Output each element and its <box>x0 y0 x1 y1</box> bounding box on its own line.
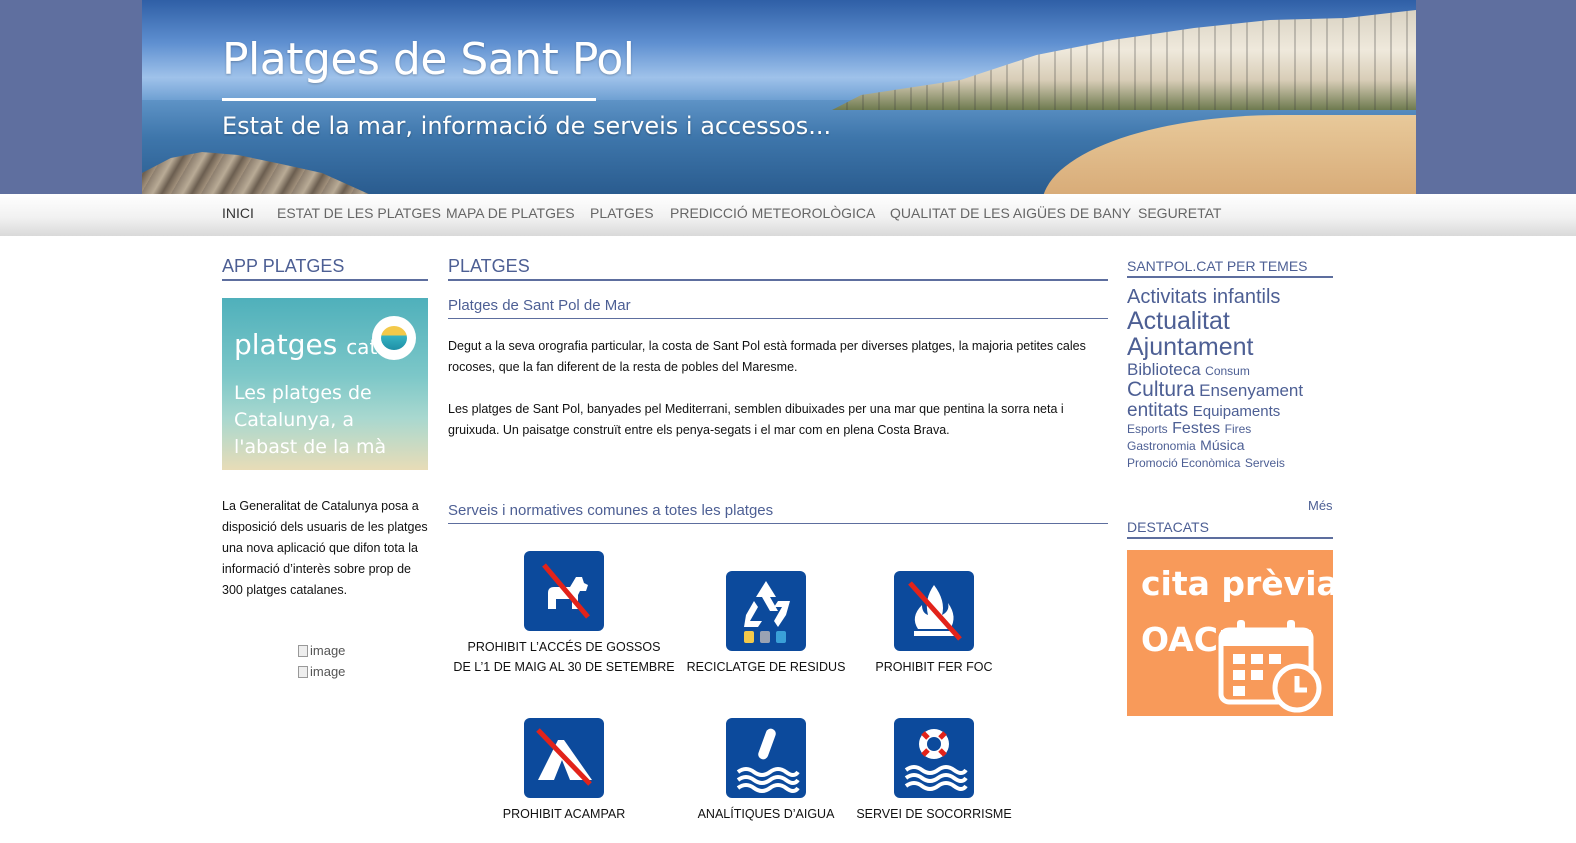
tag-link[interactable]: entitats <box>1127 400 1188 421</box>
intro-paragraph-2: Les platges de Sant Pol, banyades pel Me… <box>448 402 1064 437</box>
tag-link[interactable]: Festes <box>1172 420 1220 437</box>
tag-link[interactable]: Fires <box>1225 422 1252 436</box>
no-fire-icon <box>894 571 974 651</box>
nav-item-estat-platges[interactable]: ESTAT DE LES PLATGES <box>277 205 441 221</box>
broken-image-1[interactable]: image <box>298 643 345 658</box>
tag-link[interactable]: Esports <box>1127 422 1168 436</box>
app-description: La Generalitat de Catalunya posa a dispo… <box>222 499 428 597</box>
tag-link[interactable]: Equipaments <box>1193 403 1281 420</box>
nav-item-mapa-platges[interactable]: MAPA DE PLATGES <box>446 205 575 221</box>
app-brand: platges cat <box>234 328 378 361</box>
app-platges-heading: APP PLATGES <box>222 256 428 281</box>
calendar-clock-icon <box>1218 620 1322 713</box>
no-camping-icon <box>524 718 604 798</box>
service-lifeguard: SERVEI DE SOCORRISME <box>854 718 1014 824</box>
service-water-analysis-label: ANALÍTIQUES D’AIGUA <box>697 807 835 821</box>
tag-link[interactable]: Serveis <box>1245 456 1285 470</box>
site-title[interactable]: Platges de Sant Pol <box>222 34 635 85</box>
tag-link[interactable]: Consum <box>1205 364 1250 378</box>
service-recycling-label: RECICLATGE DE RESIDUS <box>686 660 846 674</box>
cita-previa-oac: OAC <box>1141 620 1218 659</box>
broken-image-icon <box>298 644 308 657</box>
tag-link[interactable]: Ensenyament <box>1199 381 1303 400</box>
services-heading: Serveis i normatives comunes a totes les… <box>448 502 1108 524</box>
broken-image-icon <box>298 665 308 678</box>
service-no-dogs: PROHIBIT L’ACCÉS DE GOSSOS DE L’1 DE MAI… <box>448 551 680 677</box>
platges-subheading: Platges de Sant Pol de Mar <box>448 297 1108 319</box>
broken-image-2[interactable]: image <box>298 664 345 679</box>
nav-item-platges[interactable]: PLATGES <box>590 205 654 221</box>
site-header: Platges de Sant Pol Estat de la mar, inf… <box>0 0 1576 194</box>
tag-link[interactable]: Activitats infantils <box>1127 286 1280 308</box>
service-no-dogs-label-1: PROHIBIT L’ACCÉS DE GOSSOS <box>467 640 661 654</box>
nav-item-seguretat[interactable]: SEGURETAT <box>1138 205 1222 221</box>
main-nav: INICI ESTAT DE LES PLATGES MAPA DE PLATG… <box>0 194 1576 236</box>
tag-link[interactable]: Música <box>1200 437 1244 453</box>
service-recycling: RECICLATGE DE RESIDUS <box>686 571 846 677</box>
lifeguard-icon <box>894 718 974 798</box>
recycling-icon <box>726 571 806 651</box>
tag-link[interactable]: Gastronomia <box>1127 439 1196 453</box>
cita-previa-title: cita prèvia <box>1141 564 1333 603</box>
header-banner-photo <box>142 0 1416 194</box>
more-link[interactable]: Més <box>1308 498 1333 513</box>
tag-link[interactable]: Actualitat <box>1127 307 1230 335</box>
tag-cloud: Activitats infantils Actualitat Ajuntame… <box>1127 287 1333 472</box>
app-logo-icon <box>372 316 416 360</box>
title-underline <box>222 98 596 101</box>
platges-heading: PLATGES <box>448 256 1108 281</box>
tag-link[interactable]: Cultura <box>1127 378 1195 401</box>
service-no-dogs-label-2: DE L’1 DE MAIG AL 30 DE SETEMBRE <box>453 660 675 674</box>
app-tagline: Les platges de Catalunya, a l'abast de l… <box>234 382 387 458</box>
intro-paragraph-1: Degut a la seva orografia particular, la… <box>448 339 1086 374</box>
nav-item-prediccio[interactable]: PREDICCIÓ METEOROLÒGICA <box>670 205 875 221</box>
service-lifeguard-label: SERVEI DE SOCORRISME <box>856 807 1012 821</box>
tag-link[interactable]: Ajuntament <box>1127 333 1253 361</box>
temes-heading: SANTPOL.CAT PER TEMES <box>1127 258 1333 278</box>
destacats-heading: DESTACATS <box>1127 519 1333 539</box>
service-water-analysis: ANALÍTIQUES D’AIGUA <box>686 718 846 824</box>
tag-link[interactable]: Promoció Econòmica <box>1127 456 1240 470</box>
site-subtitle: Estat de la mar, informació de serveis i… <box>222 112 832 140</box>
tag-link[interactable]: Biblioteca <box>1127 360 1201 379</box>
service-no-fire-label: PROHIBIT FER FOC <box>875 660 993 674</box>
nav-item-qualitat-aigues[interactable]: QUALITAT DE LES AIGÜES DE BANY <box>890 205 1131 221</box>
service-no-camping-label: PROHIBIT ACAMPAR <box>502 807 626 821</box>
service-no-camping: PROHIBIT ACAMPAR <box>448 718 680 824</box>
no-dogs-icon <box>524 551 604 631</box>
app-platges-banner[interactable]: platges cat Les platges de Catalunya, a … <box>222 298 428 470</box>
cita-previa-banner[interactable]: cita prèvia OAC <box>1127 550 1333 716</box>
nav-item-inici[interactable]: INICI <box>222 205 254 221</box>
service-no-fire: PROHIBIT FER FOC <box>854 571 1014 677</box>
water-analysis-icon <box>726 718 806 798</box>
